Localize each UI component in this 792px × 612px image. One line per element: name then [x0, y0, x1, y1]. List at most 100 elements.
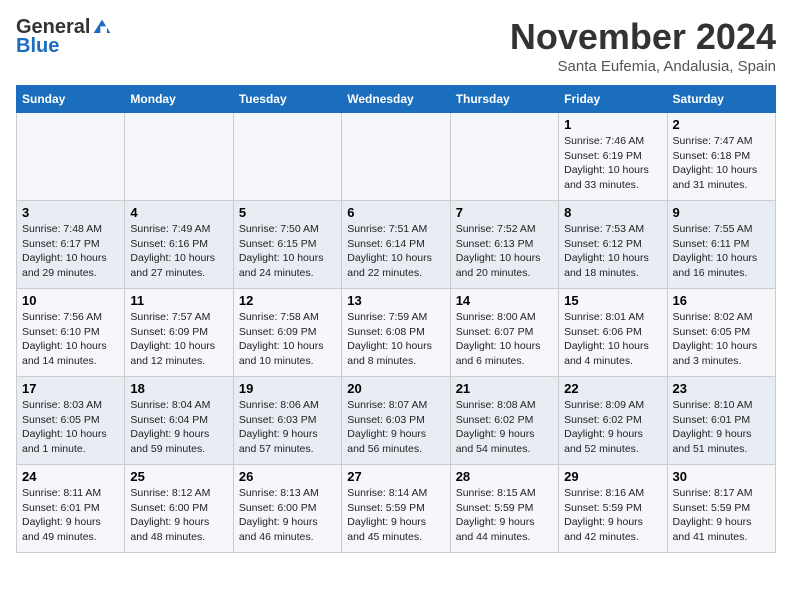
calendar-cell: 7 Sunrise: 7:52 AM Sunset: 6:13 PM Daylig… — [450, 201, 558, 289]
day-number: 24 — [22, 469, 119, 484]
calendar-cell: 3Sunrise: 7:48 AM Sunset: 6:17 PM Daylig… — [17, 201, 125, 289]
calendar-header: SundayMondayTuesdayWednesdayThursdayFrid… — [17, 86, 776, 113]
day-number: 1 — [564, 117, 661, 132]
day-info: Sunrise: 8:06 AM Sunset: 6:03 PM Dayligh… — [239, 398, 336, 457]
day-number: 8 — [564, 205, 661, 220]
calendar-cell: 30 Sunrise: 8:17 AM Sunset: 5:59 PM Dayli… — [667, 465, 775, 553]
calendar-cell: 21 Sunrise: 8:08 AM Sunset: 6:02 PM Dayli… — [450, 377, 558, 465]
day-info: Sunrise: 7:57 AM Sunset: 6:09 PM Dayligh… — [130, 310, 227, 369]
day-info: Sunrise: 8:15 AM Sunset: 5:59 PM Dayligh… — [456, 486, 553, 545]
day-number: 20 — [347, 381, 444, 396]
day-number: 16 — [673, 293, 770, 308]
calendar-cell: 29Sunrise: 8:16 AM Sunset: 5:59 PM Dayli… — [559, 465, 667, 553]
calendar-cell — [342, 113, 450, 201]
calendar-cell: 18 Sunrise: 8:04 AM Sunset: 6:04 PM Dayli… — [125, 377, 233, 465]
calendar-cell: 17 Sunrise: 8:03 AM Sunset: 6:05 PM Dayli… — [17, 377, 125, 465]
calendar-cell: 2 Sunrise: 7:47 AM Sunset: 6:18 PM Daylig… — [667, 113, 775, 201]
day-info: Sunrise: 8:03 AM Sunset: 6:05 PM Dayligh… — [22, 398, 119, 457]
calendar-week-row: 17 Sunrise: 8:03 AM Sunset: 6:05 PM Dayli… — [17, 377, 776, 465]
day-number: 6 — [347, 205, 444, 220]
calendar-cell: 1 Sunrise: 7:46 AM Sunset: 6:19 PM Daylig… — [559, 113, 667, 201]
weekday-header: Wednesday — [342, 86, 450, 113]
day-number: 3 — [22, 205, 119, 220]
day-info: Sunrise: 8:11 AM Sunset: 6:01 PM Dayligh… — [22, 486, 119, 545]
day-number: 30 — [673, 469, 770, 484]
calendar-cell: 4Sunrise: 7:49 AM Sunset: 6:16 PM Daylig… — [125, 201, 233, 289]
day-number: 14 — [456, 293, 553, 308]
calendar-cell: 12Sunrise: 7:58 AM Sunset: 6:09 PM Dayli… — [233, 289, 341, 377]
calendar-cell: 25 Sunrise: 8:12 AM Sunset: 6:00 PM Dayli… — [125, 465, 233, 553]
day-info: Sunrise: 8:04 AM Sunset: 6:04 PM Dayligh… — [130, 398, 227, 457]
calendar-week-row: 3Sunrise: 7:48 AM Sunset: 6:17 PM Daylig… — [17, 201, 776, 289]
calendar-cell — [17, 113, 125, 201]
day-info: Sunrise: 8:00 AM Sunset: 6:07 PM Dayligh… — [456, 310, 553, 369]
day-info: Sunrise: 8:13 AM Sunset: 6:00 PM Dayligh… — [239, 486, 336, 545]
calendar-cell: 26 Sunrise: 8:13 AM Sunset: 6:00 PM Dayli… — [233, 465, 341, 553]
calendar-cell — [125, 113, 233, 201]
day-info: Sunrise: 7:46 AM Sunset: 6:19 PM Dayligh… — [564, 134, 661, 193]
day-info: Sunrise: 8:07 AM Sunset: 6:03 PM Dayligh… — [347, 398, 444, 457]
day-number: 2 — [673, 117, 770, 132]
logo-icon — [92, 18, 112, 38]
calendar-cell — [450, 113, 558, 201]
logo-blue-text: Blue — [16, 35, 59, 58]
calendar-cell: 20 Sunrise: 8:07 AM Sunset: 6:03 PM Dayli… — [342, 377, 450, 465]
day-info: Sunrise: 8:16 AM Sunset: 5:59 PM Dayligh… — [564, 486, 661, 545]
weekday-header: Friday — [559, 86, 667, 113]
calendar-cell: 16 Sunrise: 8:02 AM Sunset: 6:05 PM Dayli… — [667, 289, 775, 377]
month-title: November 2024 — [510, 16, 776, 58]
calendar-cell: 19Sunrise: 8:06 AM Sunset: 6:03 PM Dayli… — [233, 377, 341, 465]
day-info: Sunrise: 8:14 AM Sunset: 5:59 PM Dayligh… — [347, 486, 444, 545]
day-info: Sunrise: 8:08 AM Sunset: 6:02 PM Dayligh… — [456, 398, 553, 457]
calendar-cell: 23Sunrise: 8:10 AM Sunset: 6:01 PM Dayli… — [667, 377, 775, 465]
day-number: 21 — [456, 381, 553, 396]
day-info: Sunrise: 7:55 AM Sunset: 6:11 PM Dayligh… — [673, 222, 770, 281]
weekday-header: Saturday — [667, 86, 775, 113]
calendar-cell: 28 Sunrise: 8:15 AM Sunset: 5:59 PM Dayli… — [450, 465, 558, 553]
title-block: November 2024 Santa Eufemia, Andalusia, … — [510, 16, 776, 75]
day-info: Sunrise: 7:49 AM Sunset: 6:16 PM Dayligh… — [130, 222, 227, 281]
calendar-cell: 9Sunrise: 7:55 AM Sunset: 6:11 PM Daylig… — [667, 201, 775, 289]
day-number: 28 — [456, 469, 553, 484]
day-number: 13 — [347, 293, 444, 308]
calendar-week-row: 24 Sunrise: 8:11 AM Sunset: 6:01 PM Dayli… — [17, 465, 776, 553]
day-info: Sunrise: 7:58 AM Sunset: 6:09 PM Dayligh… — [239, 310, 336, 369]
calendar-cell: 10Sunrise: 7:56 AM Sunset: 6:10 PM Dayli… — [17, 289, 125, 377]
calendar-cell: 5 Sunrise: 7:50 AM Sunset: 6:15 PM Daylig… — [233, 201, 341, 289]
weekday-header: Thursday — [450, 86, 558, 113]
day-info: Sunrise: 8:09 AM Sunset: 6:02 PM Dayligh… — [564, 398, 661, 457]
logo: General Blue — [16, 16, 112, 58]
day-number: 17 — [22, 381, 119, 396]
calendar-cell: 27Sunrise: 8:14 AM Sunset: 5:59 PM Dayli… — [342, 465, 450, 553]
day-number: 7 — [456, 205, 553, 220]
day-info: Sunrise: 8:01 AM Sunset: 6:06 PM Dayligh… — [564, 310, 661, 369]
day-info: Sunrise: 8:02 AM Sunset: 6:05 PM Dayligh… — [673, 310, 770, 369]
day-number: 11 — [130, 293, 227, 308]
calendar-cell: 6Sunrise: 7:51 AM Sunset: 6:14 PM Daylig… — [342, 201, 450, 289]
calendar-week-row: 10Sunrise: 7:56 AM Sunset: 6:10 PM Dayli… — [17, 289, 776, 377]
day-info: Sunrise: 8:12 AM Sunset: 6:00 PM Dayligh… — [130, 486, 227, 545]
day-number: 10 — [22, 293, 119, 308]
weekday-header: Monday — [125, 86, 233, 113]
calendar-cell: 8Sunrise: 7:53 AM Sunset: 6:12 PM Daylig… — [559, 201, 667, 289]
day-info: Sunrise: 7:52 AM Sunset: 6:13 PM Dayligh… — [456, 222, 553, 281]
calendar-cell: 14 Sunrise: 8:00 AM Sunset: 6:07 PM Dayli… — [450, 289, 558, 377]
calendar-week-row: 1 Sunrise: 7:46 AM Sunset: 6:19 PM Daylig… — [17, 113, 776, 201]
day-number: 26 — [239, 469, 336, 484]
day-number: 5 — [239, 205, 336, 220]
day-info: Sunrise: 7:47 AM Sunset: 6:18 PM Dayligh… — [673, 134, 770, 193]
calendar-cell: 15Sunrise: 8:01 AM Sunset: 6:06 PM Dayli… — [559, 289, 667, 377]
weekday-header: Tuesday — [233, 86, 341, 113]
day-number: 25 — [130, 469, 227, 484]
day-info: Sunrise: 8:17 AM Sunset: 5:59 PM Dayligh… — [673, 486, 770, 545]
location-subtitle: Santa Eufemia, Andalusia, Spain — [510, 58, 776, 75]
calendar-cell: 13 Sunrise: 7:59 AM Sunset: 6:08 PM Dayli… — [342, 289, 450, 377]
day-number: 18 — [130, 381, 227, 396]
calendar-body: 1 Sunrise: 7:46 AM Sunset: 6:19 PM Daylig… — [17, 113, 776, 553]
page-header: General Blue November 2024 Santa Eufemia… — [16, 16, 776, 75]
calendar-cell: 22Sunrise: 8:09 AM Sunset: 6:02 PM Dayli… — [559, 377, 667, 465]
day-info: Sunrise: 7:50 AM Sunset: 6:15 PM Dayligh… — [239, 222, 336, 281]
day-info: Sunrise: 7:59 AM Sunset: 6:08 PM Dayligh… — [347, 310, 444, 369]
calendar-cell — [233, 113, 341, 201]
calendar-cell: 11 Sunrise: 7:57 AM Sunset: 6:09 PM Dayli… — [125, 289, 233, 377]
